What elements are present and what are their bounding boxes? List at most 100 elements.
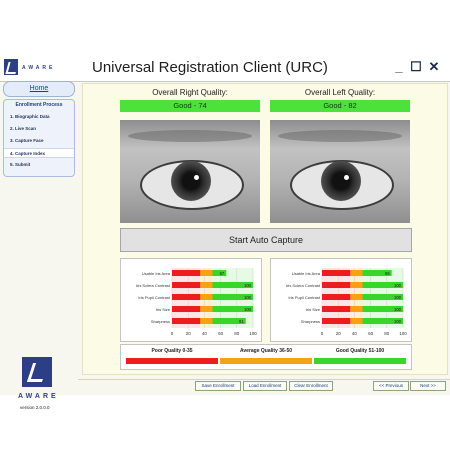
app-title: Universal Registration Client (URC) <box>92 59 328 76</box>
step-capture-face[interactable]: 3. Capture Face <box>4 136 74 146</box>
step-live-scan[interactable]: 2. Live Scan <box>4 124 74 134</box>
x-tick-label: 100 <box>399 331 407 336</box>
aware-logo-icon <box>4 59 18 75</box>
x-tick-label: 40 <box>352 331 358 336</box>
right-iris-quality-chart: 0 20 40 60 80 100 Usable Iris Area 67 Iris Scler… <box>120 258 262 342</box>
x-tick-label: 0 <box>321 331 324 336</box>
x-tick-label: 80 <box>234 331 240 336</box>
legend-poor-swatch <box>126 358 218 364</box>
category-label: Sharpness <box>301 319 320 324</box>
x-tick-label: 100 <box>249 331 257 336</box>
step-submit[interactable]: 5. Submit <box>4 160 74 170</box>
brand-text: AWARE <box>18 393 59 400</box>
left-chart-svg: 0 20 40 60 80 100 Usable Iris Area 86 Iris Scler… <box>286 268 407 336</box>
x-tick-label: 0 <box>171 331 174 336</box>
clear-enrollment-button[interactable]: Clear Enrollment <box>289 381 333 391</box>
brow-shadow <box>128 130 252 142</box>
right-chart-svg: 0 20 40 60 80 100 Usable Iris Area 67 Iris Scler… <box>136 268 257 336</box>
value-label: 91 <box>239 319 244 324</box>
bar-segment <box>200 318 213 324</box>
bar-segment <box>200 306 213 312</box>
maximize-button[interactable]: ☐ <box>409 60 423 74</box>
load-enrollment-button[interactable]: Load Enrollment <box>243 381 287 391</box>
x-tick-label: 20 <box>186 331 192 336</box>
value-label: 100 <box>394 307 402 312</box>
minimize-button[interactable]: _ <box>392 60 406 74</box>
home-button[interactable]: Home <box>3 81 75 97</box>
enrollment-process-panel: Enrollment Process 1. Biographic Data 2.… <box>3 99 75 177</box>
previous-button[interactable]: << Previous <box>373 381 409 391</box>
iris <box>171 161 211 201</box>
title-bar: AWARE Universal Registration Client (URC… <box>0 55 450 82</box>
bar-segment <box>172 318 201 324</box>
bar-segment <box>172 294 201 300</box>
value-label: 100 <box>394 283 402 288</box>
bar-segment <box>350 282 363 288</box>
category-label: Iris Size <box>156 307 171 312</box>
glint <box>344 175 349 180</box>
sidebar: Home Enrollment Process 1. Biographic Da… <box>0 81 78 410</box>
bar-segment <box>172 282 201 288</box>
legend-good-label: Good Quality 51-100 <box>335 348 385 354</box>
bar-segment <box>322 318 351 324</box>
brow-shadow <box>278 130 402 142</box>
right-quality-label: Overall Right Quality: <box>152 88 228 97</box>
capture-panel: Overall Right Quality: Good - 74 Overall… <box>82 83 448 375</box>
panel-title: Enrollment Process <box>15 102 63 108</box>
bar-segment <box>200 294 213 300</box>
legend-poor-label: Poor Quality 0-35 <box>151 348 193 354</box>
x-tick-label: 60 <box>218 331 224 336</box>
x-tick-label: 60 <box>368 331 374 336</box>
x-tick-label: 40 <box>202 331 208 336</box>
value-label: 100 <box>244 307 252 312</box>
right-eye-image <box>120 120 260 223</box>
save-enrollment-button[interactable]: Save Enrollment <box>195 381 241 391</box>
bar-segment <box>322 306 351 312</box>
step-capture-index[interactable]: 4. Capture Index <box>4 148 74 158</box>
x-tick-label: 20 <box>336 331 342 336</box>
legend-average-swatch <box>220 358 312 364</box>
right-quality-value: Good - 74 <box>120 100 260 112</box>
value-label: 100 <box>394 295 402 300</box>
left-quality-value: Good - 82 <box>270 100 410 112</box>
left-quality-label: Overall Left Quality: <box>304 88 376 97</box>
bar-segment <box>350 270 363 276</box>
close-button[interactable]: ✕ <box>427 60 441 74</box>
x-tick-label: 80 <box>384 331 390 336</box>
bar-segment <box>322 282 351 288</box>
category-label: Iris Sclera Contrast <box>286 283 321 288</box>
bar-segment <box>322 270 351 276</box>
quality-legend: Poor Quality 0-35 Average Quality 36-50 … <box>120 344 412 370</box>
category-label: Iris Pupil Contrast <box>138 295 170 300</box>
category-label: Iris Sclera Contrast <box>136 283 171 288</box>
bar-segment <box>200 282 213 288</box>
bar-segment <box>350 306 363 312</box>
bar-segment <box>172 306 201 312</box>
value-label: 86 <box>385 271 390 276</box>
legend-good-swatch <box>314 358 406 364</box>
bar-segment <box>172 270 201 276</box>
left-eye-image <box>270 120 410 223</box>
iris <box>321 161 361 201</box>
value-label: 67 <box>220 271 225 276</box>
value-label: 100 <box>244 283 252 288</box>
version-text: version 2.0.0.0 <box>20 405 50 410</box>
aware-brand-icon <box>22 357 52 387</box>
bar-segment <box>322 294 351 300</box>
start-auto-capture-button[interactable]: Start Auto Capture <box>120 228 412 252</box>
category-label: Usable Iris Area <box>142 271 171 276</box>
bottom-divider <box>78 379 450 380</box>
legend-average-label: Average Quality 36-50 <box>239 348 293 354</box>
bar-segment <box>200 270 213 276</box>
category-label: Sharpness <box>151 319 170 324</box>
next-button[interactable]: Next >> <box>410 381 446 391</box>
category-label: Usable Iris Area <box>292 271 321 276</box>
category-label: Iris Pupil Contrast <box>288 295 320 300</box>
value-label: 100 <box>244 295 252 300</box>
step-biographic-data[interactable]: 1. Biographic Data <box>4 112 74 122</box>
bar-segment <box>350 318 363 324</box>
glint <box>194 175 199 180</box>
category-label: Iris Size <box>306 307 321 312</box>
value-label: 100 <box>394 319 402 324</box>
app-window: AWARE Universal Registration Client (URC… <box>0 55 450 410</box>
